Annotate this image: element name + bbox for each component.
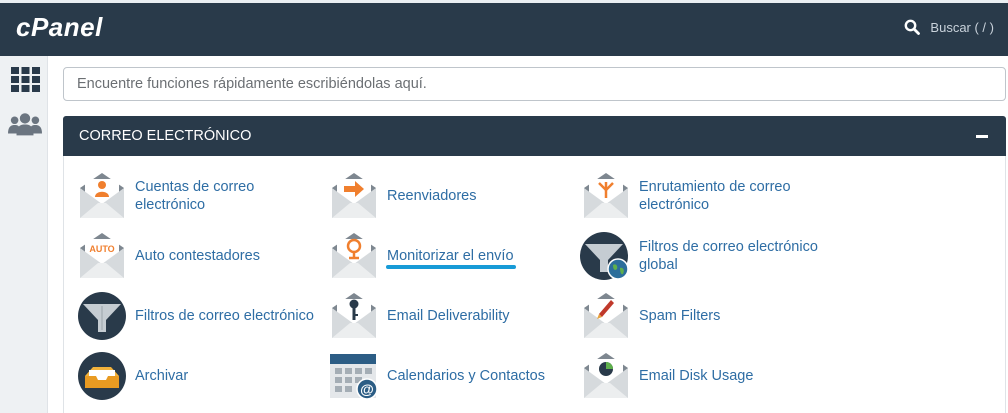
item-label: Calendarios y Contactos xyxy=(387,368,545,384)
collapse-minus-icon[interactable] xyxy=(976,135,988,138)
item-label: Cuentas de correo electrónico xyxy=(135,179,255,213)
users-icon xyxy=(8,113,42,136)
email-section-header[interactable]: CORREO ELECTRÓNICO xyxy=(63,116,1006,156)
item-label: Email Disk Usage xyxy=(639,368,754,384)
search-icon xyxy=(905,19,921,35)
item-label: Filtros de correo electrónico xyxy=(135,308,314,324)
track-delivery-icon xyxy=(332,233,376,278)
item-spam-filters[interactable]: Spam Filters xyxy=(580,290,830,342)
global-search-label: Buscar ( / ) xyxy=(930,19,994,35)
email-deliverability-icon xyxy=(332,293,376,338)
item-email-accounts[interactable]: Cuentas de correo electrónico xyxy=(76,170,326,222)
email-accounts-icon xyxy=(80,173,124,218)
item-label: Auto contestadores xyxy=(135,248,260,264)
item-forwarders[interactable]: Reenviadores xyxy=(328,170,578,222)
item-label: Reenviadores xyxy=(387,188,477,204)
item-calendars-contacts[interactable]: @ Calendarios y Contactos xyxy=(328,350,578,402)
section-title: CORREO ELECTRÓNICO xyxy=(79,128,252,144)
active-item-underline xyxy=(386,265,516,269)
item-email-filters[interactable]: Filtros de correo electrónico xyxy=(76,290,326,342)
auto-badge-text: AUTO xyxy=(89,244,114,254)
email-routing-icon xyxy=(584,173,628,218)
forwarders-icon xyxy=(332,173,376,218)
item-label: Spam Filters xyxy=(639,308,721,324)
item-global-email-filters[interactable]: Filtros de correo electrónico global xyxy=(580,230,830,282)
autoresponders-icon: AUTO xyxy=(80,233,124,278)
item-label: Email Deliverability xyxy=(387,308,510,324)
item-email-routing[interactable]: Enrutamiento de correo electrónico xyxy=(580,170,830,222)
item-track-delivery[interactable]: Monitorizar el envío xyxy=(328,230,578,282)
cpanel-logo[interactable]: cPanel xyxy=(16,12,103,43)
grid-icon xyxy=(10,66,40,92)
item-label: Enrutamiento de correo electrónico xyxy=(639,179,791,213)
global-email-filters-icon xyxy=(580,232,629,280)
item-label: Filtros de correo electrónico global xyxy=(639,239,818,273)
item-email-deliverability[interactable]: Email Deliverability xyxy=(328,290,578,342)
item-label: Monitorizar el envío xyxy=(387,248,514,264)
item-label: Archivar xyxy=(135,368,189,384)
item-email-disk-usage[interactable]: Email Disk Usage xyxy=(580,350,830,402)
archive-icon xyxy=(78,352,126,400)
sidebar-users-button[interactable] xyxy=(8,110,42,140)
calendars-contacts-icon: @ xyxy=(330,354,378,400)
email-filters-icon xyxy=(78,292,126,340)
sidebar xyxy=(0,56,48,413)
spam-filters-icon xyxy=(584,293,628,338)
sidebar-tools-button[interactable] xyxy=(8,64,42,94)
global-search-button[interactable]: Buscar ( / ) xyxy=(904,19,994,35)
function-search-input[interactable] xyxy=(63,67,1006,101)
svg-text:@: @ xyxy=(360,381,374,397)
item-autoresponders[interactable]: AUTO Auto contestadores xyxy=(76,230,326,282)
email-disk-usage-icon xyxy=(584,353,628,398)
top-bar: cPanel Buscar ( / ) xyxy=(0,0,1008,56)
item-archive[interactable]: Archivar xyxy=(76,350,326,402)
